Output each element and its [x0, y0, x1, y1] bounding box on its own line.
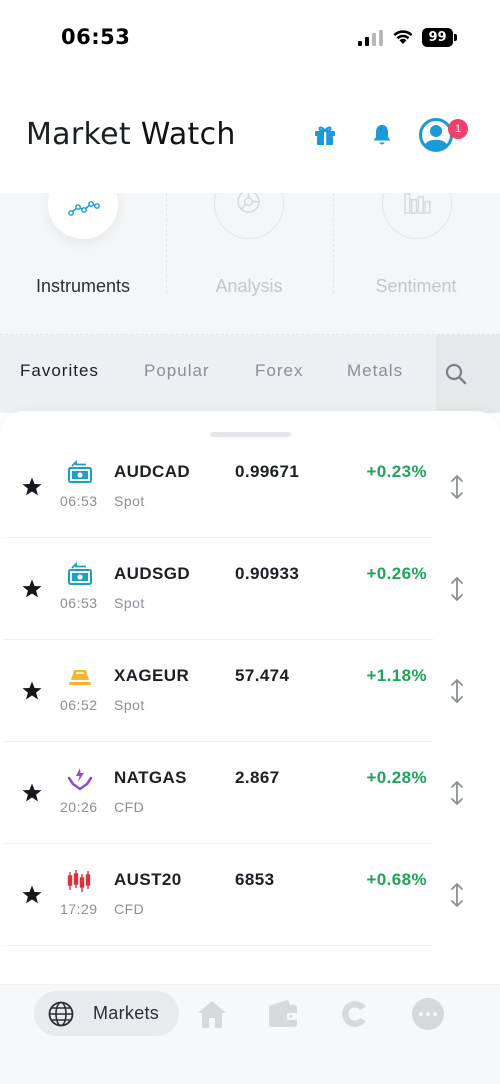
instrument-symbol: AUDCAD [114, 462, 191, 481]
battery-icon: 99 [422, 28, 458, 47]
section-label-sentiment: Sentiment [375, 276, 457, 296]
notifications-bell-icon[interactable] [369, 122, 395, 148]
instrument-price: 6853 [235, 870, 275, 889]
sentiment-circle [382, 193, 452, 239]
instrument-price: 57.474 [235, 666, 290, 685]
wifi-icon [393, 30, 413, 44]
instrument-row[interactable]: AUDSGD 0.90933 +0.26% 06:53 Spot [0, 538, 500, 640]
favorite-star-icon[interactable] [20, 781, 44, 805]
section-instruments[interactable]: Instruments [0, 193, 166, 335]
profile-avatar-icon[interactable] [418, 117, 454, 153]
candlestick-icon [67, 870, 91, 892]
instrument-row[interactable]: XAGEUR 57.474 +1.18% 06:52 Spot [0, 640, 500, 742]
metal-bar-icon [69, 670, 91, 685]
instrument-symbol: XAGEUR [114, 666, 190, 685]
energy-hand-icon [67, 768, 93, 791]
tab-favorites[interactable]: Favorites [20, 361, 99, 381]
section-switcher: Instruments Analysis Sentiment [0, 193, 500, 335]
bar-chart-icon [404, 193, 431, 214]
reorder-arrows-icon[interactable] [449, 474, 465, 500]
instrument-change: +1.18% [366, 666, 427, 685]
instrument-price: 0.99671 [235, 462, 300, 481]
instrument-type: CFD [114, 799, 145, 815]
bottom-navigation: Markets [0, 984, 500, 1084]
instrument-change: +0.68% [366, 870, 427, 889]
instrument-type: CFD [114, 901, 145, 917]
instrument-type: Spot [114, 595, 145, 611]
instrument-price: 0.90933 [235, 564, 300, 583]
section-analysis[interactable]: Analysis [166, 193, 332, 335]
instrument-row[interactable]: NATGAS 2.867 +0.28% 20:26 CFD [0, 742, 500, 844]
app-header: Market Watch [0, 75, 500, 193]
cellular-signal-icon [358, 30, 383, 46]
page-title-bold: Watch [140, 117, 236, 152]
instrument-symbol: AUST20 [114, 870, 182, 889]
status-time: 06:53 [61, 25, 131, 49]
analysis-circle [214, 193, 284, 239]
analysis-dial-icon [237, 193, 260, 213]
nav-markets[interactable]: Markets [34, 991, 179, 1036]
search-icon [445, 363, 467, 385]
status-bar: 06:53 99 [0, 0, 500, 75]
nav-markets-label: Markets [93, 1003, 160, 1023]
instrument-symbol: NATGAS [114, 768, 187, 787]
reorder-arrows-icon[interactable] [449, 780, 465, 806]
search-button[interactable] [436, 335, 500, 413]
instrument-time: 06:52 [60, 697, 98, 713]
category-tabs: Favorites Popular Forex Metals [0, 335, 500, 413]
battery-level: 99 [422, 28, 453, 47]
wallet-icon[interactable] [266, 997, 300, 1031]
reorder-arrows-icon[interactable] [449, 678, 465, 704]
section-label-analysis: Analysis [215, 276, 283, 296]
currency-exchange-icon [68, 562, 92, 585]
instrument-row[interactable]: AUDCAD 0.99671 +0.23% 06:53 Spot [0, 436, 500, 538]
tab-popular[interactable]: Popular [144, 361, 210, 381]
instrument-time: 17:29 [60, 901, 98, 917]
instrument-symbol: AUDSGD [114, 564, 191, 583]
instrument-time: 20:26 [60, 799, 98, 815]
favorite-star-icon[interactable] [20, 577, 44, 601]
tab-forex[interactable]: Forex [255, 361, 303, 381]
globe-icon [48, 1001, 74, 1027]
favorite-star-icon[interactable] [20, 475, 44, 499]
instrument-change: +0.26% [366, 564, 427, 583]
reorder-arrows-icon[interactable] [449, 576, 465, 602]
instrument-change: +0.23% [366, 462, 427, 481]
instrument-time: 06:53 [60, 595, 98, 611]
favorite-star-icon[interactable] [20, 679, 44, 703]
instrument-time: 06:53 [60, 493, 98, 509]
coin-icon[interactable] [338, 997, 372, 1031]
home-icon[interactable] [195, 997, 229, 1031]
favorite-star-icon[interactable] [20, 883, 44, 907]
instrument-type: Spot [114, 697, 145, 713]
notification-badge: 1 [448, 119, 468, 139]
currency-exchange-icon [68, 460, 92, 483]
reorder-arrows-icon[interactable] [449, 882, 465, 908]
page-title-light: Market [26, 117, 131, 152]
line-chart-icon [68, 201, 100, 216]
instrument-type: Spot [114, 493, 145, 509]
gift-icon[interactable] [312, 122, 338, 148]
section-sentiment[interactable]: Sentiment [333, 193, 499, 335]
section-label-instruments: Instruments [35, 276, 131, 296]
instruments-circle [48, 193, 118, 239]
instrument-row[interactable]: AUST20 6853 +0.68% 17:29 CFD [0, 844, 500, 946]
page-title: Market Watch [26, 117, 236, 152]
instrument-price: 2.867 [235, 768, 280, 787]
tab-metals[interactable]: Metals [347, 361, 403, 381]
instrument-list-panel: AUDCAD 0.99671 +0.23% 06:53 Spot AUDSGD … [0, 411, 500, 986]
instrument-change: +0.28% [366, 768, 427, 787]
more-icon[interactable] [411, 997, 445, 1031]
